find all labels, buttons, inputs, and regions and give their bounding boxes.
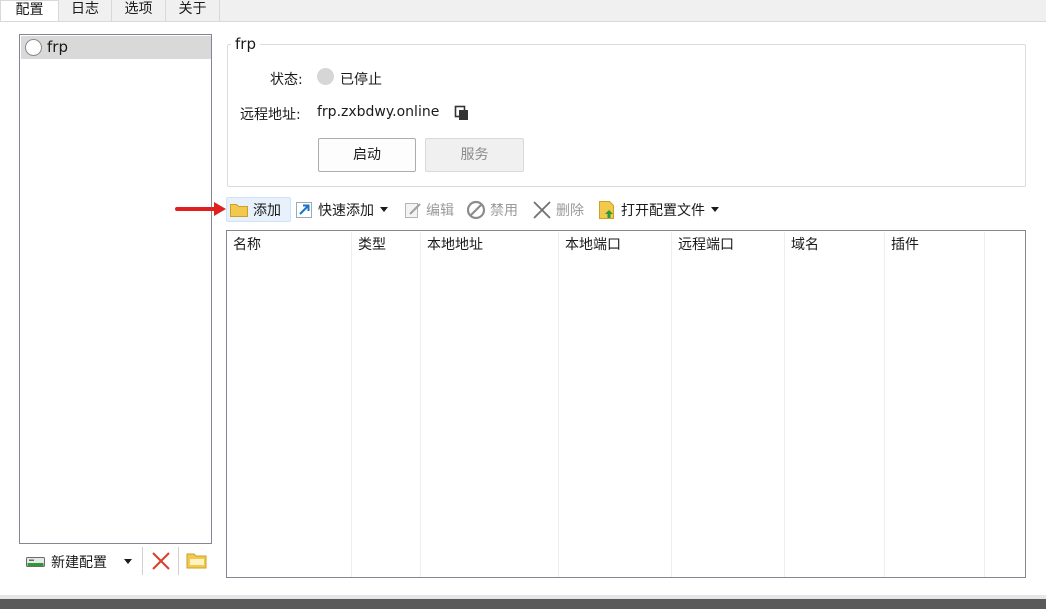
column-divider <box>558 232 559 577</box>
column-divider <box>884 232 885 577</box>
edit-icon <box>405 202 421 218</box>
column-header-type[interactable]: 类型 <box>352 232 386 258</box>
quick-add-button[interactable]: 快速添加 <box>296 197 398 222</box>
open-config-file-button[interactable]: 打开配置文件 <box>598 197 733 222</box>
delete-config-button[interactable] <box>150 550 172 572</box>
column-header-plugin[interactable]: 插件 <box>885 232 919 258</box>
column-divider <box>784 232 785 577</box>
open-config-dropdown-icon <box>711 207 719 212</box>
tab-label: 配置 <box>15 2 44 18</box>
disable-proxy-button: 禁用 <box>466 197 524 222</box>
toolbar-separator <box>142 547 143 575</box>
tab-label: 选项 <box>124 1 153 17</box>
delete-icon <box>533 200 551 219</box>
status-label: 状态: <box>270 72 303 88</box>
tab-about[interactable]: 关于 <box>166 0 220 21</box>
tab-config[interactable]: 配置 <box>0 0 59 22</box>
status-circle-icon <box>25 39 42 56</box>
annotation-arrow-line <box>175 207 219 211</box>
column-header-local-port[interactable]: 本地端口 <box>559 232 621 258</box>
edit-proxy-button: 编辑 <box>404 197 458 222</box>
copy-button[interactable] <box>454 105 470 121</box>
annotation-arrow-head <box>214 202 226 216</box>
proxy-table[interactable]: 名称 类型 本地地址 本地端口 远程端口 域名 插件 <box>226 230 1026 578</box>
new-config-label: 新建配置 <box>51 555 107 571</box>
disable-icon <box>466 200 486 219</box>
new-config-icon <box>26 557 45 567</box>
delete-x-icon <box>152 552 170 570</box>
new-config-button[interactable]: 新建配置 <box>24 548 139 576</box>
open-config-file-label: 打开配置文件 <box>621 202 705 219</box>
disable-proxy-label: 禁用 <box>490 202 518 219</box>
profile-item[interactable]: frp <box>21 36 211 59</box>
status-value: 已停止 <box>340 72 382 88</box>
profile-name: frp <box>47 38 68 56</box>
new-config-dropdown-icon[interactable] <box>124 559 132 564</box>
add-proxy-button[interactable]: 添加 <box>226 197 291 222</box>
column-divider <box>351 232 352 577</box>
column-divider <box>420 232 421 577</box>
column-header-remote-port[interactable]: 远程端口 <box>672 232 734 258</box>
tab-bar: 配置 日志 选项 关于 <box>0 0 1046 22</box>
service-button: 服务 <box>425 138 524 172</box>
tab-label: 关于 <box>178 1 207 17</box>
open-config-folder-button[interactable] <box>186 551 208 571</box>
tab-label: 日志 <box>71 1 99 17</box>
quick-add-arrow-icon <box>296 201 312 218</box>
toolbar-separator <box>178 547 179 575</box>
delete-proxy-button: 删除 <box>532 197 590 222</box>
column-divider <box>671 232 672 577</box>
column-header-name[interactable]: 名称 <box>227 232 261 258</box>
column-header-local-address[interactable]: 本地地址 <box>421 232 483 258</box>
folder-add-icon <box>230 203 248 217</box>
column-divider <box>984 232 985 577</box>
add-proxy-label: 添加 <box>253 202 281 219</box>
start-button[interactable]: 启动 <box>318 138 416 172</box>
copy-icon <box>454 105 468 120</box>
group-title: frp <box>231 35 260 53</box>
column-header-domain[interactable]: 域名 <box>785 232 819 258</box>
folder-icon <box>186 553 207 569</box>
edit-proxy-label: 编辑 <box>426 202 454 219</box>
quick-add-label: 快速添加 <box>318 202 374 219</box>
status-indicator-icon <box>317 68 334 85</box>
quick-add-dropdown-icon <box>380 207 388 212</box>
tab-options[interactable]: 选项 <box>112 0 166 21</box>
remote-address-label: 远程地址: <box>240 107 301 123</box>
open-file-icon <box>599 200 614 219</box>
delete-proxy-label: 删除 <box>556 202 584 219</box>
window-bottom-edge <box>0 595 1046 609</box>
profile-list[interactable]: frp <box>19 34 212 544</box>
remote-address-value: frp.zxbdwy.online <box>317 104 440 120</box>
tab-log[interactable]: 日志 <box>59 0 112 21</box>
